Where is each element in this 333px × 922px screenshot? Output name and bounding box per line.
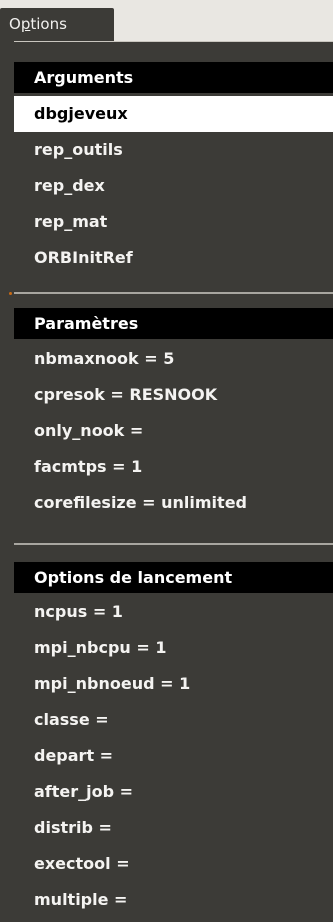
options-tab-label-suffix: tions — [30, 15, 67, 33]
menu-item-mpi-nbnoeud[interactable]: mpi_nbnoeud = 1 — [14, 666, 333, 702]
section-header-arguments: Arguments — [14, 62, 333, 93]
menu-item-distrib[interactable]: distrib = — [14, 810, 333, 846]
menubar: Options — [0, 0, 333, 42]
menu-item-facmtps[interactable]: facmtps = 1 — [14, 449, 333, 485]
window-left-edge — [0, 41, 14, 922]
menu-item-only-nook[interactable]: only_nook = — [14, 413, 333, 449]
options-menu-tab[interactable]: Options — [0, 8, 114, 41]
menu-item-cpresok[interactable]: cpresok = RESNOOK — [14, 377, 333, 413]
menu-item-rep-outils[interactable]: rep_outils — [14, 132, 333, 168]
options-tab-label-mnemonic: p — [20, 15, 31, 33]
section-header-parametres: Paramètres — [14, 308, 333, 339]
menu-item-after-job[interactable]: after_job = — [14, 774, 333, 810]
options-dropdown-menu: Arguments dbgjeveux rep_outils rep_dex r… — [14, 51, 333, 922]
menu-item-corefilesize[interactable]: corefilesize = unlimited — [14, 485, 333, 521]
menu-item-rep-dex[interactable]: rep_dex — [14, 168, 333, 204]
edge-marker — [9, 292, 12, 295]
menu-item-rep-mat[interactable]: rep_mat — [14, 204, 333, 240]
screen: Options Arguments dbgjeveux rep_outils r… — [0, 0, 333, 922]
menu-item-mpi-nbcpu[interactable]: mpi_nbcpu = 1 — [14, 630, 333, 666]
menu-item-dbgjeveux[interactable]: dbgjeveux — [14, 96, 333, 132]
section-header-options-de-lancement: Options de lancement — [14, 562, 333, 593]
menu-separator — [14, 543, 333, 545]
options-tab-label-prefix: O — [9, 15, 21, 33]
menu-item-depart[interactable]: depart = — [14, 738, 333, 774]
menu-separator — [14, 292, 333, 294]
menu-item-nbmaxnook[interactable]: nbmaxnook = 5 — [14, 341, 333, 377]
menu-item-classe[interactable]: classe = — [14, 702, 333, 738]
menu-item-multiple[interactable]: multiple = — [14, 882, 333, 918]
menu-item-orbinitref[interactable]: ORBInitRef — [14, 240, 333, 276]
menu-item-exectool[interactable]: exectool = — [14, 846, 333, 882]
menu-item-ncpus[interactable]: ncpus = 1 — [14, 594, 333, 630]
